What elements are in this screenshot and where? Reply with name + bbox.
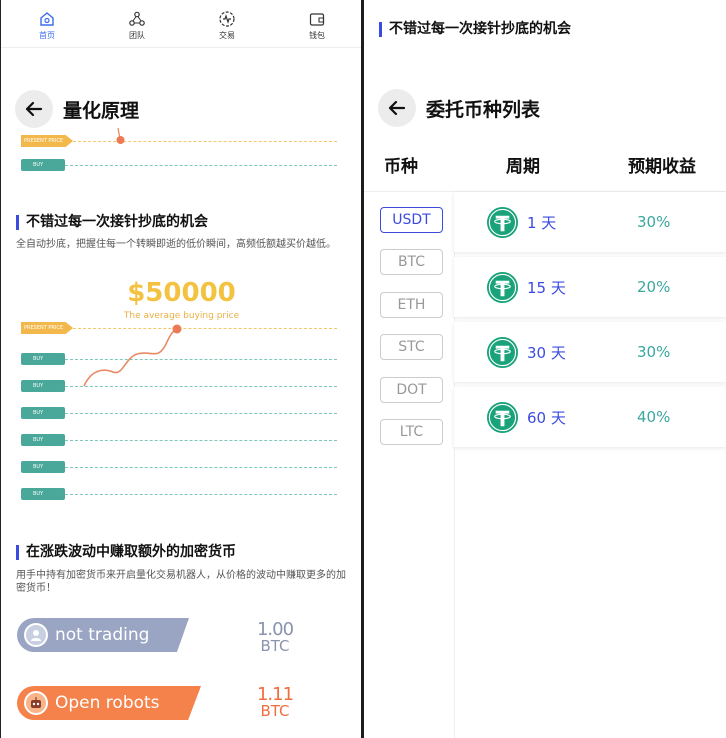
tether-icon xyxy=(486,401,519,433)
robot-icon xyxy=(24,691,48,715)
buy-line xyxy=(65,165,337,166)
period-days: 1 天 xyxy=(527,213,557,232)
buy-line-3 xyxy=(65,413,337,414)
period-yield: 30% xyxy=(637,213,671,231)
buy-label-4: BUY xyxy=(21,434,65,446)
section-title-volatility: 在涨跌波动中赚取额外的加密货币 xyxy=(16,545,236,560)
section-desc-dip: 全自动抄底，把握住每一个转瞬即逝的低价瞬间，高频低额越买价越低。 xyxy=(16,239,336,250)
present-price-label-main: PRESENT PRICE xyxy=(21,322,73,334)
active-btc-unit: BTC xyxy=(260,702,290,720)
tab-trade[interactable]: 交易 xyxy=(197,10,257,41)
coin-option-eth[interactable]: ETH xyxy=(380,292,443,318)
tab-home[interactable]: 首页 xyxy=(17,10,77,41)
wallet-icon xyxy=(309,13,325,26)
home-icon xyxy=(40,12,54,26)
not-trading-button[interactable]: not trading xyxy=(17,618,189,652)
price-marker xyxy=(116,127,125,144)
buy-label-5: BUY xyxy=(21,461,65,473)
robot-avatar-icon xyxy=(24,623,48,647)
tether-icon xyxy=(486,206,519,238)
buy-line-6 xyxy=(65,494,337,495)
not-trading-label: not trading xyxy=(55,625,150,645)
tab-wallet-label: 钱包 xyxy=(309,31,325,40)
trade-icon xyxy=(219,11,235,27)
price-curve xyxy=(83,324,182,387)
period-yield: 20% xyxy=(637,278,671,296)
coin-option-btc[interactable]: BTC xyxy=(380,249,443,275)
buy-label: BUY xyxy=(21,159,65,171)
buy-label-1: BUY xyxy=(21,353,65,365)
section-desc-volatility: 用手中持有加密货币来开启量化交易机器人，从价格的波动中赚取更多的加密货币！ xyxy=(16,570,346,594)
period-yield: 40% xyxy=(637,408,671,426)
period-days: 60 天 xyxy=(527,408,566,427)
present-price-label: PRESENT PRICE xyxy=(21,135,73,147)
back-button[interactable] xyxy=(378,89,416,127)
home-screen: ▀▀ ▀▀ ▀▀▀▀▀▀▀▀ ▀▀▀ 首页 团队 交易 xyxy=(0,0,361,738)
average-price: $50000 xyxy=(127,278,236,308)
column-header-yield: 预期收益 xyxy=(628,157,696,177)
coin-list-header: 委托币种列表 xyxy=(378,88,540,128)
buy-label-3: BUY xyxy=(21,407,65,419)
coin-list-screen: 不错过每一次接针抄底的机会 委托币种列表 币种 周期 预期收益 USDT BTC… xyxy=(364,0,726,738)
tab-wallet[interactable]: 钱包 xyxy=(287,10,347,41)
period-days: 30 天 xyxy=(527,343,566,362)
open-robots-label: Open robots xyxy=(55,693,160,713)
page-title: 量化原理 xyxy=(63,99,140,122)
arrow-left-icon xyxy=(388,100,406,116)
tab-trade-label: 交易 xyxy=(219,31,235,40)
tab-team-label: 团队 xyxy=(129,31,145,40)
bottom-tab-bar: ▀▀ ▀▀ ▀▀▀▀▀▀▀▀ ▀▀▀ 首页 团队 交易 xyxy=(1,0,361,48)
idle-btc-unit: BTC xyxy=(260,637,290,655)
column-header-period: 周期 xyxy=(506,157,540,177)
period-card-1[interactable]: 1 天 30% xyxy=(454,192,726,252)
top-section-title: 不错过每一次接针抄底的机会 xyxy=(379,22,571,37)
period-yield: 30% xyxy=(637,343,671,361)
tab-home-label: 首页 xyxy=(39,31,55,40)
arrow-left-icon xyxy=(25,101,43,117)
page-header: 量化原理 xyxy=(15,89,139,129)
active-btc-amount: 1.11 BTC xyxy=(241,686,309,720)
buy-line-5 xyxy=(65,467,337,468)
tether-icon xyxy=(486,336,519,368)
period-card-60[interactable]: 60 天 40% xyxy=(454,387,726,447)
team-icon xyxy=(129,11,145,26)
coin-option-usdt[interactable]: USDT xyxy=(380,207,443,233)
back-button[interactable] xyxy=(15,90,53,128)
buy-line-4 xyxy=(65,440,337,441)
period-days: 15 天 xyxy=(527,278,566,297)
coin-option-ltc[interactable]: LTC xyxy=(380,419,443,445)
period-card-30[interactable]: 30 天 30% xyxy=(454,322,726,382)
idle-btc-amount: 1.00 BTC xyxy=(241,621,309,655)
page-title: 委托币种列表 xyxy=(426,98,541,121)
period-card-15[interactable]: 15 天 20% xyxy=(454,257,726,317)
column-header-coin: 币种 xyxy=(384,157,418,177)
buy-label-2: BUY xyxy=(21,380,65,392)
tether-icon xyxy=(486,271,519,303)
open-robots-button[interactable]: Open robots xyxy=(17,686,201,720)
coin-option-stc[interactable]: STC xyxy=(380,334,443,360)
buy-label-6: BUY xyxy=(21,488,65,500)
tab-team[interactable]: 团队 xyxy=(107,10,167,41)
coin-option-dot[interactable]: DOT xyxy=(380,377,443,403)
cutoff-row: ▀▀ ▀▀ ▀▀▀▀▀▀▀▀ ▀▀▀ xyxy=(1,0,361,6)
section-title-dip: 不错过每一次接针抄底的机会 xyxy=(16,215,208,230)
